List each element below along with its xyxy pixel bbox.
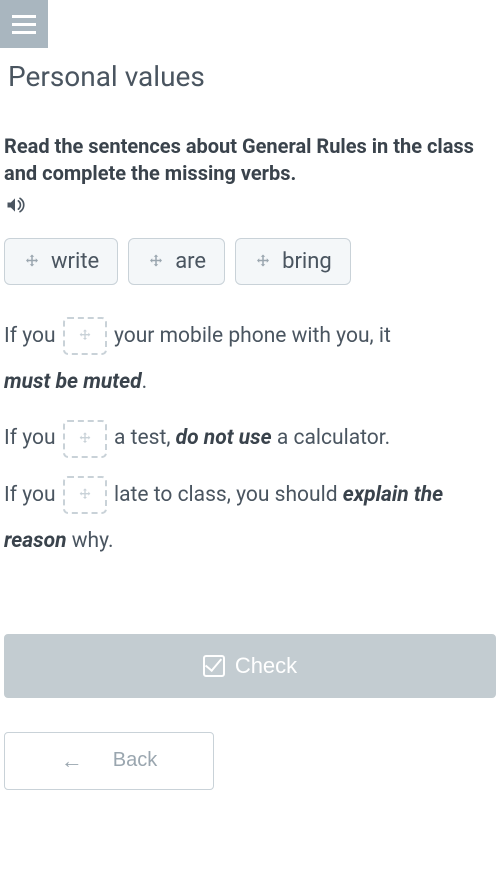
sentence-emphasis: explain the xyxy=(343,483,443,507)
chip-bring[interactable]: bring xyxy=(235,238,351,285)
sentence-text: late to class, you should xyxy=(109,483,343,507)
dropzone-2[interactable] xyxy=(63,420,107,458)
back-button[interactable]: ← Back xyxy=(4,732,214,790)
sentence-1: If you your mobile phone with you, it mu… xyxy=(4,313,496,405)
sentence-text: If you xyxy=(4,426,61,450)
back-label: Back xyxy=(113,749,157,772)
move-icon xyxy=(77,431,93,447)
sentence-text: a test, xyxy=(109,426,176,450)
move-icon xyxy=(254,253,272,271)
check-icon xyxy=(203,655,225,677)
sentences-area: If you your mobile phone with you, it mu… xyxy=(4,313,496,564)
chip-write[interactable]: write xyxy=(4,238,118,285)
dropzone-3[interactable] xyxy=(63,476,107,514)
chip-label: bring xyxy=(282,249,332,274)
audio-icon[interactable] xyxy=(4,196,26,220)
move-icon xyxy=(147,253,165,271)
word-bank: write are bring xyxy=(4,238,496,285)
sentence-text: a calculator. xyxy=(272,426,391,450)
check-label: Check xyxy=(235,653,297,679)
sentence-text: If you xyxy=(4,483,61,507)
sentence-text: why. xyxy=(67,529,114,553)
move-icon xyxy=(23,253,41,271)
check-button[interactable]: Check xyxy=(4,634,496,698)
move-icon xyxy=(77,487,93,503)
sentence-2: If you a test, do not use a calculator. xyxy=(4,415,496,461)
move-icon xyxy=(77,328,93,344)
instructions-text: Read the sentences about General Rules i… xyxy=(4,133,496,187)
sentence-text: If you xyxy=(4,324,61,348)
page-title: Personal values xyxy=(4,48,496,93)
sentence-emphasis: do not use xyxy=(176,426,272,450)
arrow-left-icon: ← xyxy=(61,748,83,774)
chip-are[interactable]: are xyxy=(128,238,225,285)
dropzone-1[interactable] xyxy=(63,317,107,355)
chip-label: write xyxy=(51,249,99,274)
sentence-text: your mobile phone with you, it xyxy=(109,324,391,348)
sentence-emphasis: reason xyxy=(4,529,67,553)
sentence-text: . xyxy=(142,370,148,394)
chip-label: are xyxy=(175,249,206,274)
sentence-emphasis: must be muted xyxy=(4,370,142,394)
menu-button[interactable] xyxy=(0,0,48,48)
sentence-3: If you late to class, you should explain… xyxy=(4,472,496,564)
